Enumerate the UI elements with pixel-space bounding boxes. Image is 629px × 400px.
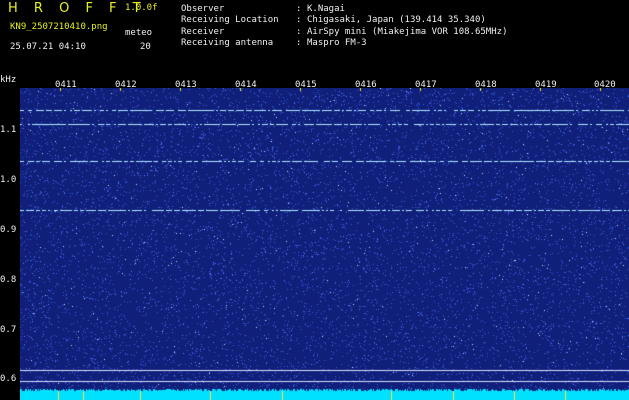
datetime: 25.07.21 04:10 [10, 42, 86, 52]
header: H R O F F T 1.0.0f KN9_2507210410.png me… [0, 0, 629, 85]
meta-value-receiver: AirSpy mini (Miakejima VOR 108.65MHz) [307, 27, 508, 37]
meta-label-antenna: Receiving antenna [181, 38, 274, 48]
y-tick-label: 0.9 [0, 225, 17, 235]
file-name: KN9_2507210410.png [10, 22, 108, 32]
spectrogram [20, 88, 629, 400]
meta-separator: : [296, 4, 302, 14]
meta-separator: : [296, 38, 302, 48]
meta-value-location: Chigasaki, Japan (139.414 35.340) [307, 15, 486, 25]
meteor-count: 20 [140, 42, 151, 52]
y-tick-label: 1.0 [0, 175, 17, 185]
meta-label-observer: Observer [181, 4, 225, 14]
meta-separator: : [296, 27, 302, 37]
meta-value-observer: K.Nagai [307, 4, 345, 14]
meteor-label: meteo [125, 28, 153, 38]
y-tick-label: 0.8 [0, 275, 17, 285]
meta-label-receiver: Receiver [181, 27, 225, 37]
y-tick-label: 0.6 [0, 374, 17, 384]
y-tick-label: 1.1 [0, 125, 17, 135]
y-axis-unit: kHz [0, 75, 17, 85]
meta-label-location: Receiving Location [181, 15, 279, 25]
meta-value-antenna: Maspro FM-3 [307, 38, 367, 48]
version-label: 1.0.0f [125, 3, 158, 13]
meta-separator: : [296, 15, 302, 25]
y-tick-label: 0.7 [0, 325, 17, 335]
